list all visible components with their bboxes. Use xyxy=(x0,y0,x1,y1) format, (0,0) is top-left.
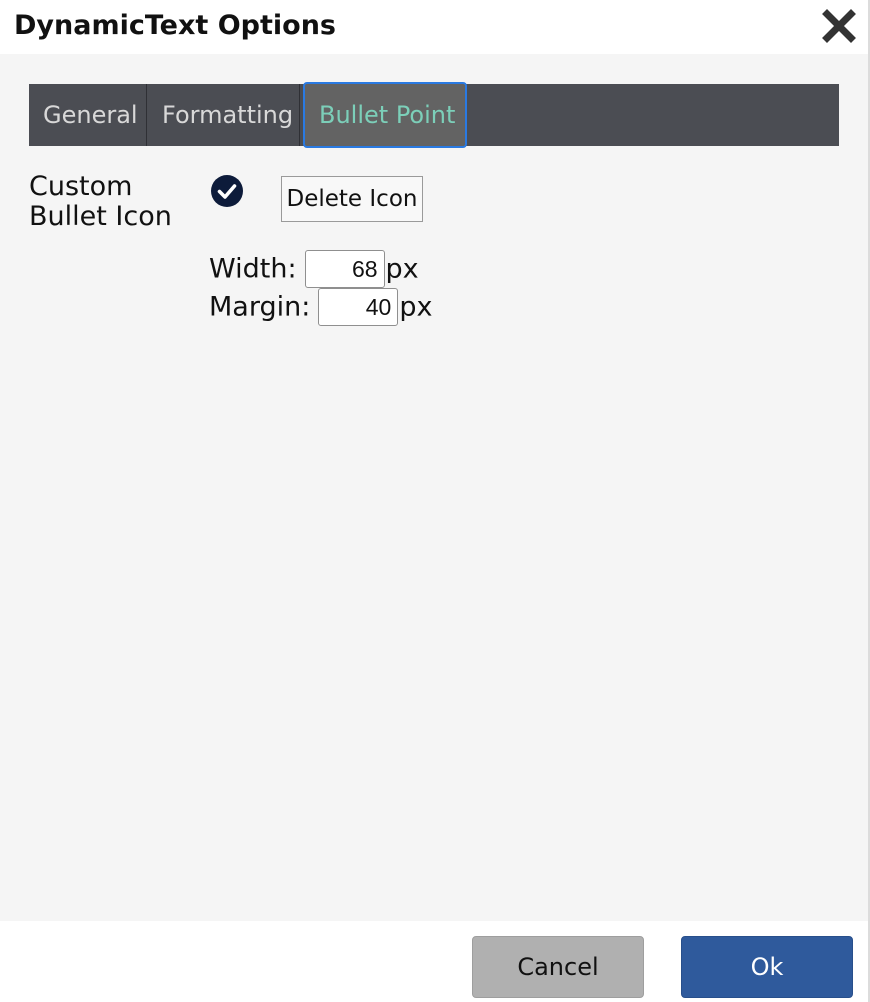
custom-bullet-icon-label-line2: Bullet Icon xyxy=(29,201,172,232)
close-icon[interactable] xyxy=(822,9,856,43)
tab-bar: General Formatting Bullet Point xyxy=(29,82,839,148)
width-row: Width: px xyxy=(209,250,419,288)
tab-bullet-point[interactable]: Bullet Point xyxy=(303,82,467,148)
margin-row: Margin: px xyxy=(209,288,432,326)
tab-formatting[interactable]: Formatting xyxy=(148,84,300,146)
check-circle-icon[interactable] xyxy=(210,174,244,208)
width-label: Width: xyxy=(209,253,297,285)
delete-icon-button[interactable]: Delete Icon xyxy=(281,176,423,222)
ok-button[interactable]: Ok xyxy=(681,936,853,998)
margin-label: Margin: xyxy=(209,291,311,323)
dialog-footer: Cancel Ok xyxy=(0,921,868,1002)
tab-general[interactable]: General xyxy=(29,84,147,146)
dialog-title: DynamicText Options xyxy=(14,10,336,41)
custom-bullet-icon-label-line1: Custom xyxy=(29,171,133,202)
dynamictext-options-dialog: DynamicText Options General Formatting B… xyxy=(0,0,870,1002)
dialog-content: General Formatting Bullet Point Custom B… xyxy=(0,54,868,921)
width-unit: px xyxy=(385,253,419,285)
margin-input[interactable] xyxy=(318,288,399,326)
margin-unit: px xyxy=(399,291,433,323)
custom-bullet-icon-label: Custom Bullet Icon xyxy=(29,172,199,232)
width-input[interactable] xyxy=(304,250,385,288)
dialog-titlebar: DynamicText Options xyxy=(0,0,868,54)
cancel-button[interactable]: Cancel xyxy=(472,936,644,998)
